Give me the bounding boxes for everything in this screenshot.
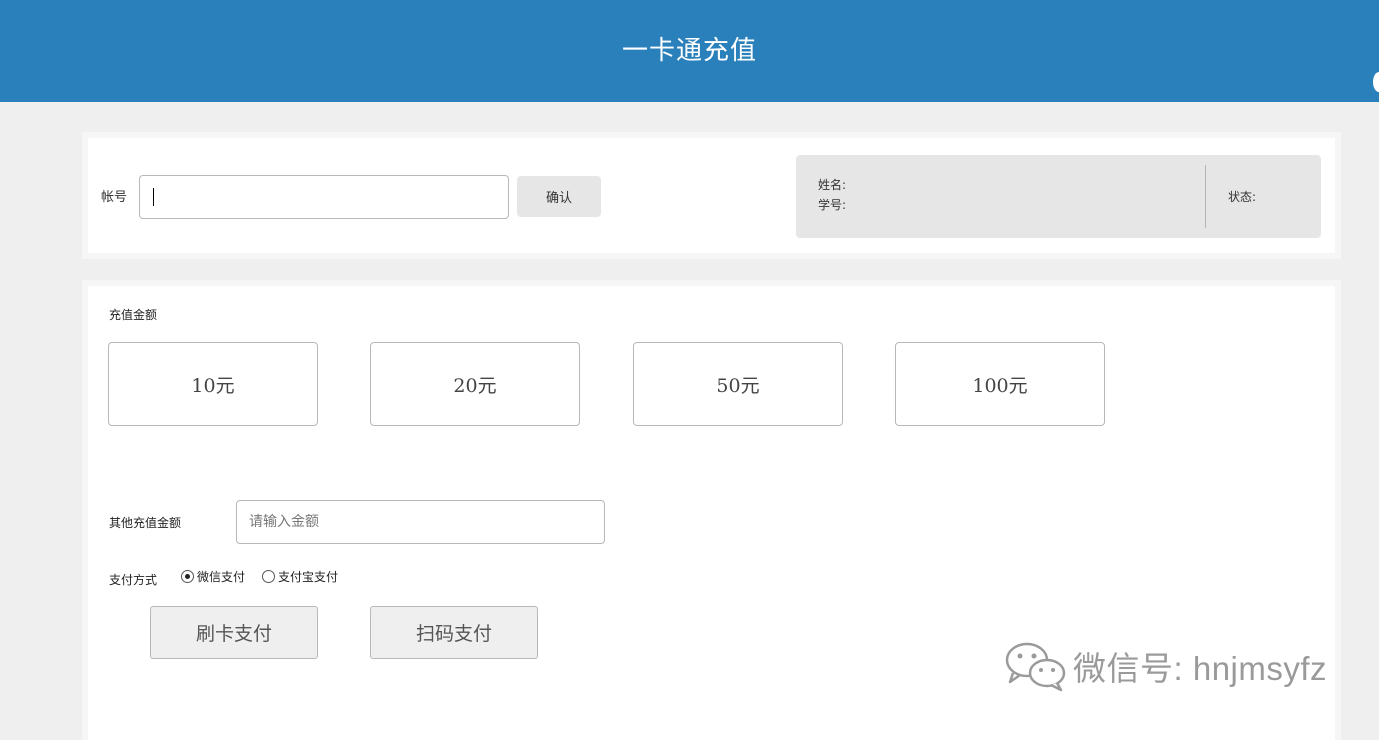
student-id-label: 学号:: [818, 198, 847, 212]
status-label: 状态:: [1228, 190, 1257, 204]
card-pay-button[interactable]: 刷卡支付: [150, 606, 318, 659]
header-edge-decoration: [1373, 72, 1379, 92]
account-label: 帐号: [101, 190, 128, 205]
alipay-label: 支付宝支付: [278, 570, 339, 584]
amount-option-100[interactable]: 100元: [895, 342, 1105, 426]
other-amount-label: 其他充值金额: [109, 516, 182, 530]
recharge-amount-label: 充值金额: [109, 308, 158, 322]
page-title: 一卡通充值: [621, 35, 757, 66]
wechat-pay-radio[interactable]: 微信支付: [181, 568, 245, 585]
watermark-text: 微信号: hnjmsyfz: [1073, 650, 1328, 687]
amount-option-10[interactable]: 10元: [108, 342, 318, 426]
text-cursor: [153, 188, 154, 206]
payment-method-label: 支付方式: [109, 573, 158, 587]
amount-option-50[interactable]: 50元: [633, 342, 843, 426]
radio-unchecked-icon: [262, 570, 275, 583]
other-amount-input[interactable]: [236, 500, 605, 544]
page-header: 一卡通充值: [0, 0, 1379, 102]
wechat-logo-icon: [1005, 642, 1066, 692]
confirm-button[interactable]: 确认: [517, 176, 601, 217]
account-input[interactable]: [139, 175, 509, 219]
watermark: 微信号: hnjmsyfz: [1003, 640, 1327, 692]
scan-pay-button[interactable]: 扫码支付: [370, 606, 538, 659]
alipay-radio[interactable]: 支付宝支付: [262, 568, 338, 585]
info-divider: [1205, 165, 1206, 228]
account-panel: 帐号 确认 姓名: 学号: 状态:: [82, 132, 1341, 259]
radio-checked-icon: [181, 570, 194, 583]
wechat-pay-label: 微信支付: [197, 570, 246, 584]
user-info-box: 姓名: 学号: 状态:: [796, 155, 1321, 238]
name-label: 姓名:: [818, 178, 847, 192]
amount-option-20[interactable]: 20元: [370, 342, 580, 426]
